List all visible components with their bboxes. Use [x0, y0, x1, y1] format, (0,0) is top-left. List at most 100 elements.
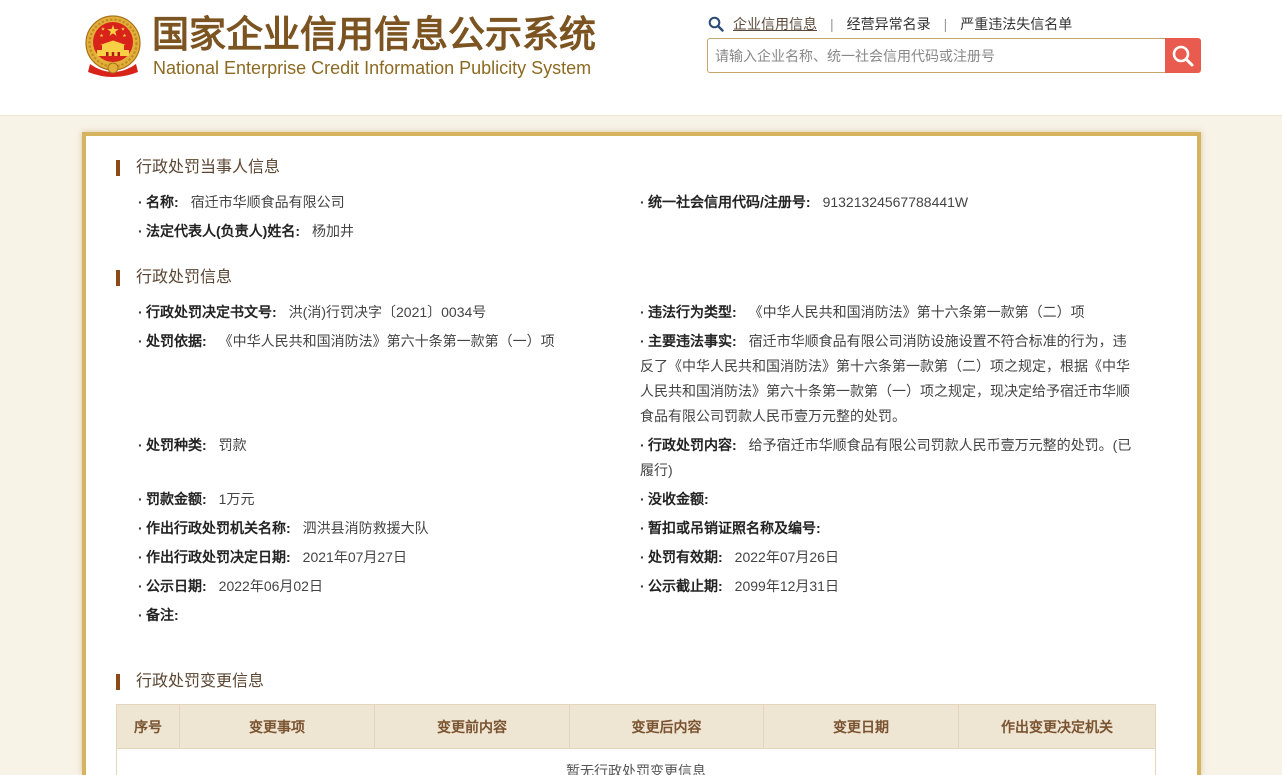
info-row: 法定代表人(负责人)姓名: 杨加井 — [116, 217, 1197, 246]
column-header-before: 变更前内容 — [374, 704, 570, 749]
field-value: 宿迁市华顺食品有限公司 — [190, 194, 345, 210]
info-row: 行政处罚决定书文号: 洪(消)行罚决字〔2021〕0034号 违法行为类型: 《中华… — [116, 298, 1197, 327]
table-head: 序号 变更事项 变更前内容 变更后内容 变更日期 作出变更决定机关 — [116, 704, 1156, 749]
info-row: 作出行政处罚机关名称: 泗洪县消防救援大队 暂扣或吊销证照名称及编号: — [116, 514, 1197, 543]
field-penalty-type: 处罚种类: 罚款 — [138, 431, 640, 485]
empty-table-message: 暂无行政处罚变更信息 — [116, 748, 1156, 775]
page: 国家企业信用信息公示系统 National Enterprise Credit … — [0, 0, 1282, 775]
field-credit-code: 统一社会信用代码/注册号: 91321324567788441W — [640, 188, 1136, 217]
section-title-bar — [116, 674, 120, 690]
field-value: 2021年07月27日 — [302, 549, 407, 565]
field-value: 2099年12月31日 — [734, 578, 839, 594]
field-legal-representative: 法定代表人(负责人)姓名: 杨加井 — [138, 217, 640, 246]
nav-separator: | — [830, 16, 834, 32]
nav-separator: | — [943, 16, 948, 32]
nav-abnormal-operation-list[interactable]: 经营异常名录 — [847, 14, 931, 34]
table-row: 暂无行政处罚变更信息 — [116, 748, 1156, 775]
site-title: 国家企业信用信息公示系统 — [152, 14, 596, 55]
column-header-after: 变更后内容 — [569, 704, 764, 749]
nav-serious-violation-list[interactable]: 严重违法失信名单 — [960, 14, 1072, 34]
search-button[interactable] — [1165, 38, 1201, 73]
search-bar — [707, 38, 1201, 73]
field-valid-until: 处罚有效期: 2022年07月26日 — [640, 543, 1136, 572]
info-row: 公示日期: 2022年06月02日 公示截止期: 2099年12月31日 — [116, 572, 1197, 601]
section-title-text: 行政处罚变更信息 — [136, 673, 265, 690]
field-label: 罚款金额: — [146, 491, 207, 507]
field-label: 处罚种类: — [146, 437, 207, 453]
field-penalty-authority: 作出行政处罚机关名称: 泗洪县消防救援大队 — [138, 514, 640, 543]
field-value: 1万元 — [218, 491, 255, 507]
column-header-change-authority: 作出变更决定机关 — [958, 704, 1156, 749]
site-subtitle: National Enterprise Credit Information P… — [153, 58, 592, 78]
field-decision-number: 行政处罚决定书文号: 洪(消)行罚决字〔2021〕0034号 — [138, 298, 640, 327]
field-list: 名称: 宿迁市华顺食品有限公司 统一社会信用代码/注册号: 913213245677… — [116, 188, 1197, 246]
field-label: 法定代表人(负责人)姓名: — [146, 223, 300, 239]
national-emblem-icon — [85, 15, 141, 77]
info-row: 备注: — [116, 601, 1197, 630]
field-violation-type: 违法行为类型: 《中华人民共和国消防法》第十六条第一款第（二）项 — [640, 298, 1136, 327]
section-title: 行政处罚变更信息 — [116, 672, 1197, 692]
field-value: 2022年06月02日 — [218, 578, 323, 594]
field-company-name: 名称: 宿迁市华顺食品有限公司 — [138, 188, 640, 217]
field-label: 行政处罚决定书文号: — [146, 304, 277, 320]
info-row: 名称: 宿迁市华顺食品有限公司 统一社会信用代码/注册号: 913213245677… — [116, 188, 1197, 217]
field-value: 《中华人民共和国消防法》第十六条第一款第（二）项 — [748, 304, 1085, 320]
field-label: 备注: — [146, 607, 179, 623]
column-header-index: 序号 — [116, 704, 180, 749]
field-label: 违法行为类型: — [648, 304, 737, 320]
info-row: 处罚种类: 罚款 行政处罚内容:给予宿迁市华顺食品有限公司罚款人民币壹万元整的处罚… — [116, 431, 1197, 485]
change-info-section: 行政处罚变更信息 序号 变更事项 变更前内容 变更后内容 变更日期 作出变更决定… — [116, 672, 1197, 775]
field-label: 名称: — [146, 194, 179, 210]
search-icon — [1172, 45, 1194, 66]
field-label: 主要违法事实: — [648, 333, 737, 349]
section-title-bar — [116, 160, 120, 176]
field-value: 《中华人民共和国消防法》第六十条第一款第（一）项 — [218, 333, 555, 349]
field-decision-date: 作出行政处罚决定日期: 2021年07月27日 — [138, 543, 640, 572]
top-nav: 企业信用信息 | 经营异常名录 | 严重违法失信名单 — [708, 14, 1072, 34]
field-label: 行政处罚内容: — [648, 437, 737, 453]
search-icon — [708, 16, 724, 32]
field-list: 行政处罚决定书文号: 洪(消)行罚决字〔2021〕0034号 违法行为类型: 《中华… — [116, 298, 1197, 630]
field-remarks: 备注: — [138, 601, 640, 630]
party-info-section: 行政处罚当事人信息 名称: 宿迁市华顺食品有限公司 统一社会信用代码/注册号: 91… — [116, 136, 1197, 246]
change-info-table: 序号 变更事项 变更前内容 变更后内容 变更日期 作出变更决定机关 暂无行政处罚… — [116, 704, 1156, 775]
field-value: 2022年07月26日 — [734, 549, 839, 565]
info-row: 处罚依据: 《中华人民共和国消防法》第六十条第一款第（一）项 主要违法事实:宿迁市… — [116, 327, 1197, 431]
field-revoked-license: 暂扣或吊销证照名称及编号: — [640, 514, 1136, 543]
field-label: 统一社会信用代码/注册号: — [648, 194, 811, 210]
section-title-text: 行政处罚信息 — [136, 269, 233, 286]
field-label: 作出行政处罚决定日期: — [146, 549, 291, 565]
field-value: 洪(消)行罚决字〔2021〕0034号 — [288, 304, 487, 320]
field-label: 作出行政处罚机关名称: — [146, 520, 291, 536]
nav-enterprise-credit-info[interactable]: 企业信用信息 — [733, 14, 817, 34]
field-fine-amount: 罚款金额: 1万元 — [138, 485, 640, 514]
info-row: 罚款金额: 1万元 没收金额: — [116, 485, 1197, 514]
field-main-facts: 主要违法事实:宿迁市华顺食品有限公司消防设施设置不符合标准的行为，违反了《中华人… — [640, 327, 1136, 431]
section-title: 行政处罚当事人信息 — [116, 158, 1197, 178]
section-title-text: 行政处罚当事人信息 — [136, 159, 281, 176]
field-publicity-end-date: 公示截止期: 2099年12月31日 — [640, 572, 1136, 601]
field-label: 处罚有效期: — [648, 549, 723, 565]
field-publicity-date: 公示日期: 2022年06月02日 — [138, 572, 640, 601]
section-title-bar — [116, 270, 120, 286]
section-title: 行政处罚信息 — [116, 268, 1197, 288]
field-value: 泗洪县消防救援大队 — [302, 520, 429, 536]
column-header-change-date: 变更日期 — [763, 704, 959, 749]
penalty-detail-card: 行政处罚当事人信息 名称: 宿迁市华顺食品有限公司 统一社会信用代码/注册号: 91… — [82, 132, 1201, 775]
field-penalty-content: 行政处罚内容:给予宿迁市华顺食品有限公司罚款人民币壹万元整的处罚。(已履行) — [640, 431, 1136, 485]
field-label: 公示日期: — [146, 578, 207, 594]
field-penalty-basis: 处罚依据: 《中华人民共和国消防法》第六十条第一款第（一）项 — [138, 327, 640, 431]
info-row: 作出行政处罚决定日期: 2021年07月27日 处罚有效期: 2022年07月26日 — [116, 543, 1197, 572]
field-label: 公示截止期: — [648, 578, 723, 594]
search-input[interactable] — [707, 38, 1165, 73]
site-logo-link[interactable]: 国家企业信用信息公示系统 National Enterprise Credit … — [82, 12, 612, 90]
table-header-row: 序号 变更事项 变更前内容 变更后内容 变更日期 作出变更决定机关 — [116, 704, 1156, 749]
field-value: 91321324567788441W — [822, 194, 969, 210]
field-label: 暂扣或吊销证照名称及编号: — [648, 520, 821, 536]
field-label: 没收金额: — [648, 491, 709, 507]
table-body: 暂无行政处罚变更信息 — [116, 748, 1156, 775]
penalty-info-section: 行政处罚信息 行政处罚决定书文号: 洪(消)行罚决字〔2021〕0034号 违法行… — [116, 268, 1197, 630]
field-value: 罚款 — [218, 437, 247, 453]
site-header: 国家企业信用信息公示系统 National Enterprise Credit … — [0, 0, 1282, 116]
column-header-change-item: 变更事项 — [179, 704, 375, 749]
